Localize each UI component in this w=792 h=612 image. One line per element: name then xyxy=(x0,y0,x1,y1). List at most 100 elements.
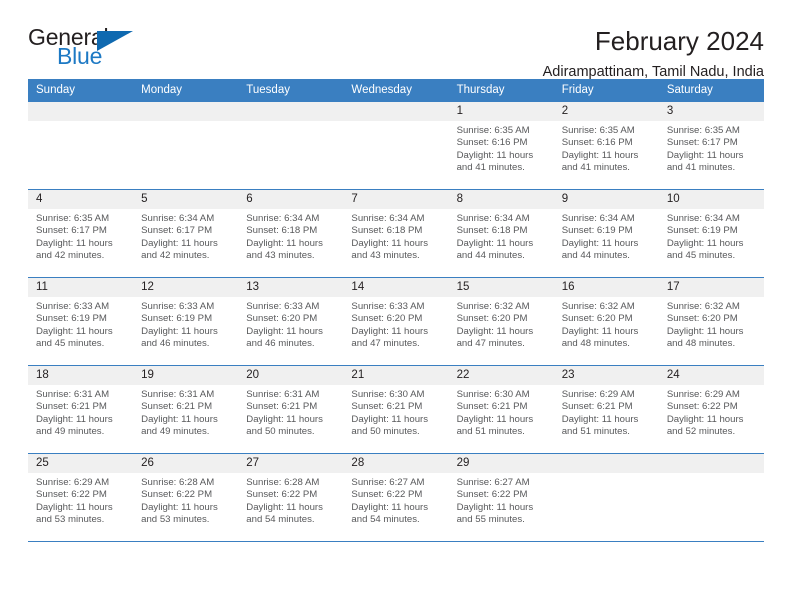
day-cell[interactable]: 21 Sunrise: 6:30 AM Sunset: 6:21 PM Dayligh… xyxy=(343,365,449,454)
day-number: 19 xyxy=(133,366,239,385)
day-info-line: Daylight: 11 hours xyxy=(141,325,218,337)
day-sun-info: Sunrise: 6:29 AM Sunset: 6:22 PM Daylight:… xyxy=(28,473,133,527)
day-number: 23 xyxy=(553,366,659,385)
day-cell[interactable]: 11 Sunrise: 6:33 AM Sunset: 6:19 PM Dayligh… xyxy=(28,277,134,366)
day-cell[interactable]: 22 Sunrise: 6:30 AM Sunset: 6:21 PM Dayligh… xyxy=(448,365,554,454)
day-info-line: Daylight: 11 hours xyxy=(246,501,323,513)
day-cell[interactable]: 7 Sunrise: 6:34 AM Sunset: 6:18 PM Daylight… xyxy=(343,189,449,278)
day-info-line: Daylight: 11 hours xyxy=(141,501,218,513)
day-info-line: and 47 minutes. xyxy=(351,338,420,350)
day-info-line: Daylight: 11 hours xyxy=(141,413,218,425)
day-sun-info: Sunrise: 6:28 AM Sunset: 6:22 PM Daylight:… xyxy=(238,473,343,527)
day-cell[interactable]: 23 Sunrise: 6:29 AM Sunset: 6:21 PM Dayligh… xyxy=(553,365,659,454)
day-info-line: and 45 minutes. xyxy=(36,338,105,350)
day-cell[interactable]: 2 Sunrise: 6:35 AM Sunset: 6:16 PM Daylight… xyxy=(553,101,659,190)
day-cell[interactable]: 3 Sunrise: 6:35 AM Sunset: 6:17 PM Daylight… xyxy=(658,101,764,190)
day-info-line: Sunset: 6:18 PM xyxy=(246,225,318,237)
day-sun-info: Sunrise: 6:31 AM Sunset: 6:21 PM Daylight:… xyxy=(133,385,238,439)
day-info-line: and 44 minutes. xyxy=(561,250,630,262)
day-number: 5 xyxy=(133,190,239,209)
day-sun-info: Sunrise: 6:33 AM Sunset: 6:19 PM Daylight:… xyxy=(28,297,133,351)
day-info-line: Daylight: 11 hours xyxy=(351,501,429,513)
day-sun-info: Sunrise: 6:34 AM Sunset: 6:18 PM Daylight:… xyxy=(343,209,448,263)
day-cell[interactable]: 15 Sunrise: 6:32 AM Sunset: 6:20 PM Dayligh… xyxy=(448,277,554,366)
day-info-line: and 46 minutes. xyxy=(246,338,315,350)
day-info-line: Sunrise: 6:27 AM xyxy=(456,477,530,488)
day-cell[interactable]: 20 Sunrise: 6:31 AM Sunset: 6:21 PM Dayligh… xyxy=(238,365,344,454)
general-blue-logo: General Blue xyxy=(28,26,148,72)
day-number: 27 xyxy=(238,454,344,473)
day-info-line: Daylight: 11 hours xyxy=(246,237,323,249)
day-info-line: Sunset: 6:21 PM xyxy=(456,401,528,413)
day-cell[interactable]: 25 Sunrise: 6:29 AM Sunset: 6:22 PM Dayligh… xyxy=(28,453,134,542)
day-sun-info xyxy=(133,121,238,125)
day-info-line: Sunrise: 6:32 AM xyxy=(561,301,635,312)
day-cell[interactable]: 29 Sunrise: 6:27 AM Sunset: 6:22 PM Dayligh… xyxy=(448,453,554,542)
day-cell[interactable]: 28 Sunrise: 6:27 AM Sunset: 6:22 PM Dayligh… xyxy=(343,453,449,542)
day-info-line: Sunrise: 6:28 AM xyxy=(246,477,320,488)
day-cell[interactable]: 26 Sunrise: 6:28 AM Sunset: 6:22 PM Dayligh… xyxy=(133,453,239,542)
day-cell[interactable]: 18 Sunrise: 6:31 AM Sunset: 6:21 PM Dayligh… xyxy=(28,365,134,454)
day-number: 17 xyxy=(658,278,764,297)
day-sun-info: Sunrise: 6:33 AM Sunset: 6:20 PM Daylight:… xyxy=(343,297,448,351)
day-cell[interactable]: 19 Sunrise: 6:31 AM Sunset: 6:21 PM Dayligh… xyxy=(133,365,239,454)
day-info-line: Sunrise: 6:30 AM xyxy=(351,389,425,400)
day-info-line: and 50 minutes. xyxy=(246,426,315,438)
day-cell[interactable]: 14 Sunrise: 6:33 AM Sunset: 6:20 PM Dayligh… xyxy=(343,277,449,366)
day-sun-info xyxy=(659,473,764,477)
day-info-line: Daylight: 11 hours xyxy=(36,413,113,425)
day-info-line: and 48 minutes. xyxy=(561,338,630,350)
page-header: General Blue February 2024 Adirampattina… xyxy=(28,0,764,81)
day-cell[interactable]: 8 Sunrise: 6:34 AM Sunset: 6:18 PM Daylight… xyxy=(448,189,554,278)
calendar-grid: Sunday Monday Tuesday Wednesday Thursday Frid… xyxy=(28,79,764,542)
day-cell[interactable]: 1 Sunrise: 6:35 AM Sunset: 6:16 PM Daylight… xyxy=(448,101,554,190)
day-cell[interactable]: 12 Sunrise: 6:33 AM Sunset: 6:19 PM Dayligh… xyxy=(133,277,239,366)
calendar-week-row: 1 Sunrise: 6:35 AM Sunset: 6:16 PM Daylight… xyxy=(28,101,764,190)
day-sun-info: Sunrise: 6:30 AM Sunset: 6:21 PM Daylight:… xyxy=(449,385,554,439)
day-sun-info: Sunrise: 6:32 AM Sunset: 6:20 PM Daylight:… xyxy=(659,297,764,351)
day-info-line: and 54 minutes. xyxy=(246,514,315,526)
calendar-week-row: 25 Sunrise: 6:29 AM Sunset: 6:22 PM Dayligh… xyxy=(28,453,764,542)
weekday-header-monday: Monday xyxy=(133,79,239,102)
day-number xyxy=(553,454,659,473)
day-cell[interactable]: 17 Sunrise: 6:32 AM Sunset: 6:20 PM Dayligh… xyxy=(658,277,764,366)
day-number: 11 xyxy=(28,278,134,297)
day-number: 6 xyxy=(238,190,344,209)
day-cell[interactable]: 6 Sunrise: 6:34 AM Sunset: 6:18 PM Daylight… xyxy=(238,189,344,278)
day-cell[interactable]: 9 Sunrise: 6:34 AM Sunset: 6:19 PM Daylight… xyxy=(553,189,659,278)
day-cell-empty xyxy=(133,101,239,190)
day-info-line: and 41 minutes. xyxy=(561,162,630,174)
weekday-header-thursday: Thursday xyxy=(448,79,554,102)
day-cell[interactable]: 27 Sunrise: 6:28 AM Sunset: 6:22 PM Dayligh… xyxy=(238,453,344,542)
day-number: 16 xyxy=(553,278,659,297)
day-sun-info: Sunrise: 6:32 AM Sunset: 6:20 PM Daylight:… xyxy=(554,297,659,351)
day-info-line: Sunset: 6:20 PM xyxy=(246,313,318,325)
day-number: 12 xyxy=(133,278,239,297)
day-sun-info: Sunrise: 6:33 AM Sunset: 6:20 PM Daylight:… xyxy=(238,297,343,351)
day-cell[interactable]: 16 Sunrise: 6:32 AM Sunset: 6:20 PM Dayligh… xyxy=(553,277,659,366)
day-info-line: Sunset: 6:18 PM xyxy=(351,225,423,237)
day-sun-info: Sunrise: 6:30 AM Sunset: 6:21 PM Daylight:… xyxy=(343,385,448,439)
day-info-line: Sunrise: 6:33 AM xyxy=(246,301,320,312)
day-cell[interactable]: 24 Sunrise: 6:29 AM Sunset: 6:22 PM Dayligh… xyxy=(658,365,764,454)
day-number: 2 xyxy=(553,102,659,121)
day-info-line: Daylight: 11 hours xyxy=(561,325,639,337)
day-sun-info: Sunrise: 6:35 AM Sunset: 6:17 PM Daylight:… xyxy=(659,121,764,175)
day-cell[interactable]: 4 Sunrise: 6:35 AM Sunset: 6:17 PM Daylight… xyxy=(28,189,134,278)
day-cell[interactable]: 10 Sunrise: 6:34 AM Sunset: 6:19 PM Dayligh… xyxy=(658,189,764,278)
title-block: February 2024 Adirampattinam, Tamil Nadu… xyxy=(543,26,764,81)
day-info-line: Sunrise: 6:35 AM xyxy=(36,213,110,224)
day-info-line: Daylight: 11 hours xyxy=(666,325,744,337)
day-number: 10 xyxy=(658,190,764,209)
day-info-line: and 44 minutes. xyxy=(456,250,525,262)
day-number: 9 xyxy=(553,190,659,209)
day-info-line: Daylight: 11 hours xyxy=(351,325,429,337)
day-cell[interactable]: 5 Sunrise: 6:34 AM Sunset: 6:17 PM Daylight… xyxy=(133,189,239,278)
day-cell[interactable]: 13 Sunrise: 6:33 AM Sunset: 6:20 PM Dayligh… xyxy=(238,277,344,366)
day-info-line: Sunrise: 6:35 AM xyxy=(666,125,740,136)
day-info-line: Sunset: 6:19 PM xyxy=(561,225,633,237)
day-sun-info xyxy=(238,121,343,125)
day-info-line: and 43 minutes. xyxy=(351,250,420,262)
day-info-line: Sunrise: 6:34 AM xyxy=(141,213,215,224)
day-info-line: Sunrise: 6:31 AM xyxy=(141,389,215,400)
